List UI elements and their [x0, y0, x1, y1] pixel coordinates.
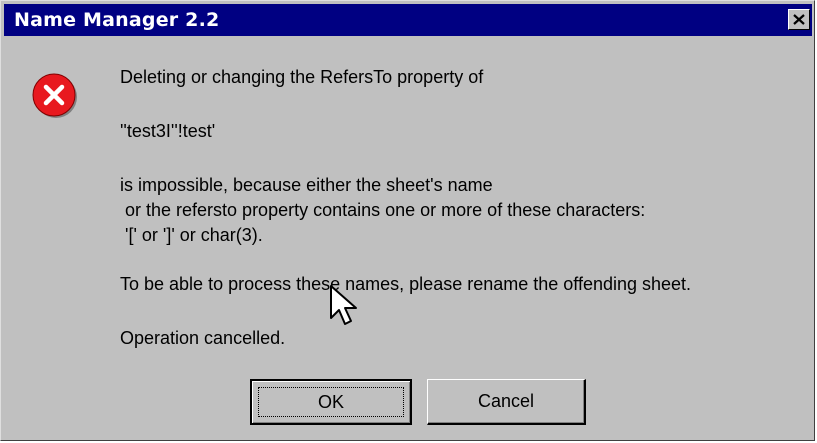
message-line-7: Operation cancelled. — [120, 328, 286, 348]
cancel-button[interactable]: Cancel — [427, 379, 586, 425]
ok-button[interactable]: OK — [250, 379, 412, 425]
cancel-button-label: Cancel — [477, 391, 535, 411]
error-icon — [32, 73, 77, 118]
message-line-6: To be able to process these names, pleas… — [120, 274, 692, 294]
name-manager-dialog: Name Manager 2.2 Deleting or changing th… — [0, 0, 815, 441]
title-bar[interactable]: Name Manager 2.2 — [4, 4, 812, 36]
window-title: Name Manager 2.2 — [14, 9, 220, 31]
message-line-2: ''test3I''!test' — [120, 121, 216, 141]
ok-button-label: OK — [317, 392, 344, 412]
message-line-5: '[' or ']' or char(3). — [120, 225, 263, 245]
close-button[interactable] — [788, 9, 810, 30]
close-icon — [793, 14, 805, 25]
message-line-3: is impossible, because either the sheet'… — [120, 175, 493, 195]
message-line-1: Deleting or changing the RefersTo proper… — [120, 67, 484, 87]
message-line-4: or the refersto property contains one or… — [120, 200, 646, 220]
mouse-cursor-icon — [330, 285, 357, 325]
